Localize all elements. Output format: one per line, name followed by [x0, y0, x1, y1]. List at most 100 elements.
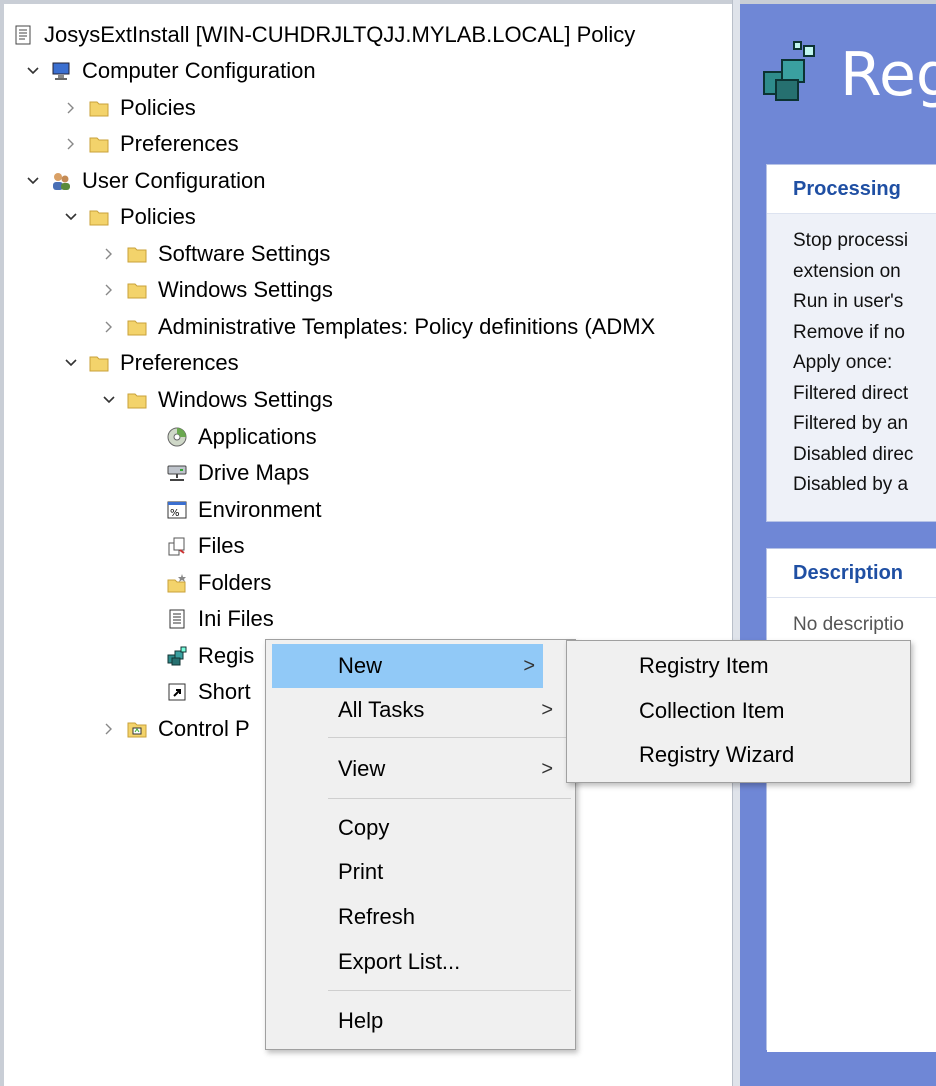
tree-label: Environment — [198, 497, 322, 522]
processing-line: Disabled by a — [793, 474, 909, 495]
panel-heading: Description — [767, 549, 936, 598]
tree-item-software-settings[interactable]: Software Settings — [98, 237, 330, 271]
description-text: No descriptio — [793, 614, 904, 635]
chevron-right-icon[interactable] — [98, 316, 120, 338]
tree-label: Ini Files — [198, 606, 274, 631]
registry-cubes-icon — [166, 645, 188, 667]
tree-item-shortcuts[interactable]: Short — [166, 675, 251, 709]
chevron-right-icon[interactable] — [98, 243, 120, 265]
tree-item-files[interactable]: Files — [166, 529, 244, 563]
menu-item-all-tasks[interactable]: All Tasks > — [270, 688, 571, 732]
menu-item-refresh[interactable]: Refresh — [270, 895, 571, 939]
processing-line: Stop processi — [793, 230, 909, 251]
folder-icon — [126, 243, 148, 265]
tree-item-user-configuration[interactable]: User Configuration — [22, 164, 265, 198]
menu-item-label: All Tasks — [338, 697, 425, 722]
processing-line: extension on — [793, 260, 901, 282]
menu-item-label: Help — [338, 1008, 384, 1033]
tree-label: Folders — [198, 570, 272, 595]
menu-item-label: New — [338, 653, 383, 678]
policy-document-icon — [12, 24, 34, 46]
tree-label: Windows Settings — [158, 387, 333, 412]
control-panel-folder-icon — [126, 718, 148, 740]
tree-item-folders[interactable]: Folders — [166, 566, 271, 600]
folder-icon — [126, 389, 148, 411]
folder-icon — [126, 316, 148, 338]
registry-cubes-icon — [763, 41, 815, 101]
tree-label: Policies — [120, 95, 196, 120]
processing-line: Remove if no — [793, 321, 905, 343]
tree-item-computer-configuration[interactable]: Computer Configuration — [22, 54, 316, 88]
tree-item-registry[interactable]: Regis — [166, 639, 254, 673]
menu-item-help[interactable]: Help — [270, 999, 571, 1043]
processing-line: Apply once: — [793, 352, 893, 373]
tree-item-ini-files[interactable]: Ini Files — [166, 602, 274, 636]
applications-cd-icon — [166, 426, 188, 448]
folder-icon — [88, 97, 110, 119]
menu-item-registry-wizard[interactable]: Registry Wizard — [571, 733, 906, 777]
processing-line: Filtered direct — [793, 382, 909, 404]
tree-label: Preferences — [120, 131, 239, 156]
tree-label: Regis — [198, 643, 255, 668]
chevron-right-icon[interactable] — [60, 97, 82, 119]
svg-text:%: % — [170, 508, 180, 519]
menu-item-label: Copy — [338, 815, 390, 840]
tree-label: Files — [198, 533, 245, 558]
menu-item-label: Print — [338, 859, 384, 884]
chevron-down-icon[interactable] — [60, 352, 82, 374]
chevron-right-icon: > — [523, 654, 535, 677]
tree-item-control-panel[interactable]: Control P — [98, 712, 250, 746]
tree-item-applications[interactable]: Applications — [166, 420, 317, 454]
chevron-right-icon[interactable] — [98, 279, 120, 301]
environment-variable-icon: % — [166, 499, 188, 521]
tree-item-root-policy[interactable]: JosysExtInstall [WIN-CUHDRJLTQJJ.MYLAB.L… — [12, 18, 635, 52]
chevron-right-icon: > — [541, 698, 553, 721]
tree-item-drive-maps[interactable]: Drive Maps — [166, 456, 309, 490]
tree-item-environment[interactable]: % Environment — [166, 493, 322, 527]
menu-item-print[interactable]: Print — [270, 850, 571, 894]
tree-label: Applications — [198, 424, 317, 449]
tree-item-uc-policies[interactable]: Policies — [60, 200, 196, 234]
tree-label: Short — [198, 679, 251, 704]
menu-separator — [328, 798, 571, 799]
chevron-right-icon: > — [541, 757, 553, 780]
tree-item-administrative-templates[interactable]: Administrative Templates: Policy definit… — [98, 310, 655, 344]
folder-star-icon — [166, 572, 188, 594]
tree-label: Policies — [120, 204, 196, 229]
chevron-down-icon[interactable] — [98, 389, 120, 411]
tree-label: Computer Configuration — [82, 58, 316, 83]
menu-item-view[interactable]: View > — [270, 747, 571, 791]
pane-splitter[interactable] — [732, 0, 740, 1086]
ini-file-icon — [166, 608, 188, 630]
menu-item-copy[interactable]: Copy — [270, 806, 571, 850]
tree-item-cc-preferences[interactable]: Preferences — [60, 127, 239, 161]
menu-item-registry-item[interactable]: Registry Item — [571, 644, 906, 688]
tree-item-pref-windows-settings[interactable]: Windows Settings — [98, 383, 333, 417]
menu-item-export-list[interactable]: Export List... — [270, 940, 571, 984]
menu-item-label: Export List... — [338, 949, 461, 974]
tree-label: Control P — [158, 716, 250, 741]
tree-item-uc-preferences[interactable]: Preferences — [60, 346, 239, 380]
tree-label: JosysExtInstall [WIN-CUHDRJLTQJJ.MYLAB.L… — [44, 22, 636, 47]
new-submenu: Registry Item Collection Item Registry W… — [566, 640, 911, 783]
chevron-right-icon[interactable] — [98, 718, 120, 740]
chevron-down-icon[interactable] — [22, 60, 44, 82]
chevron-right-icon[interactable] — [60, 133, 82, 155]
menu-item-new[interactable]: New > — [272, 644, 543, 688]
page-title: Reg — [840, 40, 936, 110]
processing-line: Filtered by an — [793, 413, 909, 434]
shortcut-icon — [166, 681, 188, 703]
tree-item-cc-policies[interactable]: Policies — [60, 91, 196, 125]
tree-item-windows-settings[interactable]: Windows Settings — [98, 273, 333, 307]
chevron-down-icon[interactable] — [22, 170, 44, 192]
tree-label: Software Settings — [158, 241, 331, 266]
computer-icon — [50, 60, 72, 82]
context-menu: New > All Tasks > View > Copy Print Refr… — [265, 639, 576, 1050]
chevron-down-icon[interactable] — [60, 206, 82, 228]
menu-item-collection-item[interactable]: Collection Item — [571, 689, 906, 733]
tree-label: User Configuration — [82, 168, 266, 193]
menu-separator — [328, 990, 571, 991]
menu-item-label: Registry Item — [639, 653, 769, 678]
folder-icon — [88, 352, 110, 374]
menu-item-label: Registry Wizard — [639, 742, 795, 767]
